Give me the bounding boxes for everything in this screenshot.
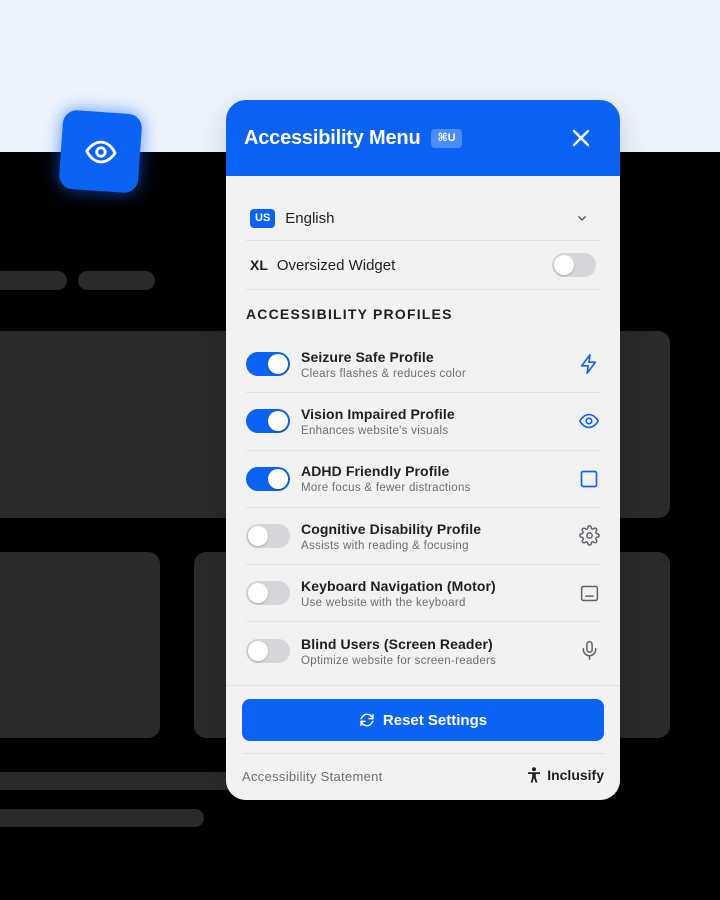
profile-adhd-friendly: ADHD Friendly Profile More focus & fewer… — [246, 451, 600, 508]
profile-description: More focus & fewer distractions — [301, 482, 471, 495]
placeholder-line — [0, 772, 246, 790]
close-icon — [572, 129, 590, 147]
lightning-icon — [580, 354, 597, 374]
panel-header: Accessibility Menu ⌘U — [226, 100, 620, 176]
profiles-section-title: ACCESSIBILITY PROFILES — [246, 306, 453, 322]
oversized-widget-label: Oversized Widget — [276, 256, 396, 274]
accessibility-person-icon — [528, 767, 541, 783]
toggle-knob — [268, 354, 288, 375]
xl-badge: XL — [250, 257, 268, 273]
panel-title: Accessibility Menu — [244, 126, 421, 149]
accessibility-widget-button[interactable] — [58, 109, 143, 194]
toggle-knob — [268, 468, 288, 489]
profile-toggle[interactable] — [246, 581, 290, 606]
toggle-knob — [268, 411, 288, 432]
language-select[interactable]: US English — [246, 197, 600, 241]
square-icon — [580, 470, 598, 487]
keyboard-icon — [580, 585, 598, 601]
chevron-down-icon — [578, 216, 586, 221]
profile-cognitive-disability: Cognitive Disability Profile Assists wit… — [246, 508, 600, 566]
refresh-icon — [360, 713, 374, 727]
oversized-widget-toggle[interactable] — [552, 253, 596, 277]
panel-footer: Reset Settings Accessibility Statement I… — [226, 685, 620, 800]
language-flag-badge: US — [250, 209, 276, 228]
profile-toggle[interactable] — [246, 409, 290, 434]
reset-settings-label: Reset Settings — [382, 711, 488, 729]
profile-keyboard-navigation: Keyboard Navigation (Motor) Use website … — [246, 565, 600, 623]
toggle-knob — [248, 641, 268, 662]
placeholder-card — [0, 552, 160, 738]
placeholder-pill — [78, 271, 155, 290]
profile-blind-users: Blind Users (Screen Reader) Optimize web… — [246, 622, 600, 679]
profile-toggle[interactable] — [246, 524, 290, 549]
reset-settings-button[interactable]: Reset Settings — [242, 699, 604, 741]
profile-description: Enhances website's visuals — [301, 424, 449, 437]
toggle-knob — [248, 526, 268, 547]
eye-icon — [579, 414, 599, 429]
profile-description: Clears flashes & reduces color — [301, 367, 466, 380]
profiles-list: Seizure Safe Profile Clears flashes & re… — [246, 336, 600, 680]
close-button[interactable] — [570, 127, 592, 149]
profile-title: Keyboard Navigation (Motor) — [301, 577, 496, 594]
profile-toggle[interactable] — [246, 639, 290, 664]
accessibility-statement-link[interactable]: Accessibility Statement — [242, 769, 383, 784]
microphone-icon — [582, 640, 596, 660]
profile-title: Cognitive Disability Profile — [301, 520, 482, 537]
brand-name: Inclusify — [547, 767, 604, 783]
divider — [242, 753, 604, 754]
profile-title: Vision Impaired Profile — [301, 405, 455, 422]
gear-icon — [578, 525, 600, 547]
profile-seizure-safe: Seizure Safe Profile Clears flashes & re… — [246, 336, 600, 394]
profile-description: Use website with the keyboard — [301, 596, 466, 609]
profile-title: Blind Users (Screen Reader) — [301, 635, 493, 652]
profile-toggle[interactable] — [246, 352, 290, 377]
profile-title: ADHD Friendly Profile — [301, 463, 450, 480]
language-label: English — [285, 210, 335, 227]
profile-toggle[interactable] — [246, 466, 290, 491]
placeholder-pill — [0, 271, 67, 290]
accessibility-menu-panel: Accessibility Menu ⌘U US English XL Over… — [226, 100, 620, 800]
profile-title: Seizure Safe Profile — [301, 348, 434, 365]
toggle-knob — [554, 255, 574, 275]
toggle-knob — [248, 583, 268, 604]
profile-description: Optimize website for screen-readers — [301, 654, 497, 667]
profile-vision-impaired: Vision Impaired Profile Enhances website… — [246, 393, 600, 451]
eye-icon — [84, 140, 117, 163]
oversized-widget-row: XL Oversized Widget — [246, 241, 600, 290]
shortcut-badge: ⌘U — [431, 128, 462, 148]
profile-description: Assists with reading & focusing — [301, 539, 469, 552]
brand-link[interactable]: Inclusify — [527, 767, 604, 783]
placeholder-line — [0, 809, 204, 827]
